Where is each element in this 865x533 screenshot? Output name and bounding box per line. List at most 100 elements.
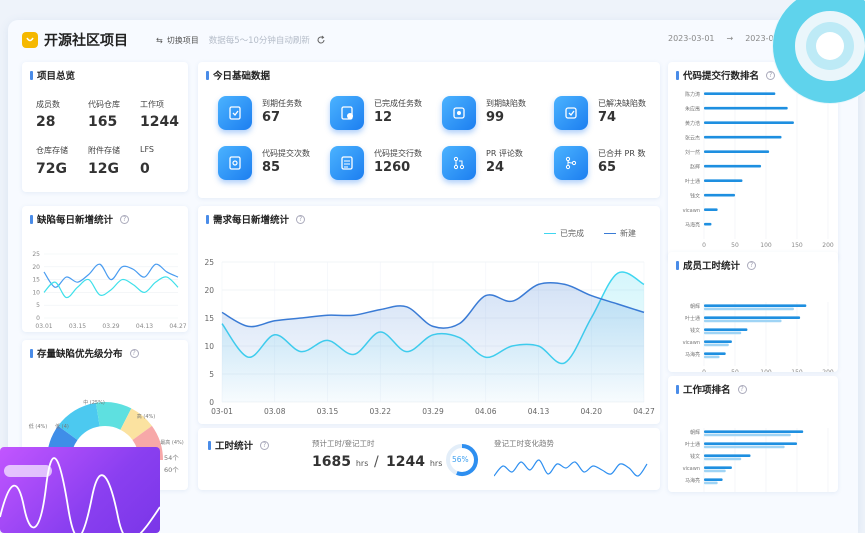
task-done-icon <box>330 96 364 130</box>
tile-value: 85 <box>262 160 281 175</box>
defects-line-chart: 0 5 10 15 20 25 03.01 03.15 03.29 04.13 04.27 <box>32 251 186 330</box>
y-tick-label: 10 <box>204 342 214 351</box>
stat-value: 1244 <box>140 114 179 130</box>
y-tick-label: 5 <box>209 370 214 379</box>
tile-label: 到期任务数 <box>262 99 302 108</box>
hours-separator: / <box>374 454 379 470</box>
stat-label: 工作项 <box>140 100 164 109</box>
x-tick-label: 04.13 <box>136 323 153 330</box>
stat-value: 12G <box>88 161 119 177</box>
bar-category-label: vicawn <box>683 340 700 346</box>
stat-value: 72G <box>36 161 67 177</box>
priority-count-b: 60个 <box>164 466 179 474</box>
stat-label: LFS <box>140 145 154 154</box>
x-tick-label: 150 <box>791 242 803 249</box>
x-tick-label: 04.06 <box>475 407 497 416</box>
y-tick-label: 15 <box>204 314 214 323</box>
decorative-purple-panel <box>0 447 160 533</box>
task-icon <box>218 96 252 130</box>
tile-label: 已解决缺陷数 <box>598 99 646 108</box>
y-tick-label: 25 <box>204 258 214 267</box>
estimated-hours: 1685 hrs <box>312 454 369 470</box>
work-hours-title: 工时统计 ? <box>208 438 270 452</box>
bar <box>704 179 743 182</box>
defects-series-line <box>43 263 179 288</box>
bar <box>704 466 732 469</box>
bar <box>704 164 762 168</box>
bar-category-label: 叶士通 <box>685 315 700 322</box>
trend-line <box>494 459 648 477</box>
stat-label: 仓库存储 <box>36 146 68 155</box>
decorative-wave <box>0 457 160 533</box>
title-marker <box>206 70 209 80</box>
stat-value: 165 <box>88 114 118 130</box>
stat-label: 代码仓库 <box>88 100 120 109</box>
x-tick-label: 50 <box>731 242 739 249</box>
decorative-ring <box>772 0 865 104</box>
bar <box>704 92 776 95</box>
bar <box>704 433 791 437</box>
bar-category-label: 马海亮 <box>685 222 700 229</box>
bar <box>704 430 804 433</box>
x-tick-label: 03.15 <box>69 323 86 330</box>
x-tick-label: 04.27 <box>633 407 655 416</box>
bar-category-label: 钱文 <box>690 327 700 334</box>
bar <box>704 328 748 331</box>
bug-icon <box>442 96 476 130</box>
bar-category-label: 张云杰 <box>685 135 700 142</box>
y-tick-label: 25 <box>32 251 40 258</box>
refresh-icon[interactable] <box>316 35 326 45</box>
bar <box>704 222 712 226</box>
demand-card: 需求每日新增统计 ? 已完成 新建 0 5 10 15 20 25 03-01 03.08 03… <box>198 206 660 424</box>
tile-value: 24 <box>486 160 505 175</box>
hours-ratio-label: 56% <box>452 455 469 464</box>
date-range-picker[interactable]: 2023-03-01 → 2023-0 <box>668 34 774 43</box>
bar <box>704 442 797 445</box>
switch-project-button[interactable]: ⇆ 切换项目 <box>156 35 199 46</box>
bar <box>704 208 718 211</box>
bar <box>704 457 742 461</box>
priority-label: 中 (25%) <box>83 399 105 406</box>
logo-icon <box>22 32 38 48</box>
x-tick-label: 03-01 <box>211 407 233 416</box>
bar <box>704 106 788 110</box>
help-icon[interactable]: ? <box>260 440 270 450</box>
stat-label: 成员数 <box>36 100 60 109</box>
bar <box>704 319 782 323</box>
member-hours-card: 成员工时统计 ? 050100150200朝辉叶士通钱文vicawn马海亮 <box>668 252 838 372</box>
x-tick-label: 200 <box>822 369 834 372</box>
overview-title: 项目总览 <box>30 68 75 82</box>
work-hours-card: 工时统计 ? 预计工时/登记工时 1685 hrs / 1244 hrs 56%… <box>198 428 660 490</box>
bar <box>704 445 785 449</box>
priority-label: 最高 (4%) <box>160 439 183 446</box>
trend-title: 登记工时变化趋势 <box>494 439 554 448</box>
tile-label: 已完成任务数 <box>374 99 422 108</box>
bar <box>704 355 720 359</box>
x-tick-label: 03.29 <box>422 407 444 416</box>
bar <box>704 481 718 485</box>
stat-label: 附件存储 <box>88 146 120 155</box>
priority-count-a: 54个 <box>164 454 179 462</box>
y-tick-label: 5 <box>36 302 40 309</box>
tile-value: 99 <box>486 110 505 125</box>
y-tick-label: 20 <box>32 264 40 271</box>
bar-category-label: 马海亮 <box>685 351 700 358</box>
y-tick-label: 0 <box>209 398 214 407</box>
x-tick-label: 150 <box>791 369 803 372</box>
x-tick-label: 03.15 <box>317 407 339 416</box>
bar <box>704 331 742 335</box>
pr-comment-icon <box>442 146 476 180</box>
x-tick-label: 100 <box>760 369 772 372</box>
date-start: 2023-03-01 <box>668 34 715 43</box>
priority-label: 高 (4%) <box>137 413 155 420</box>
today-card: 今日基础数据 到期任务数 67 已完成任务数 12 到期缺陷数 99 已解决缺陷数 74 代码提… <box>198 62 660 198</box>
code-lines-icon <box>330 146 364 180</box>
bar <box>704 121 794 124</box>
bar-category-label: 刘一然 <box>685 149 700 156</box>
x-tick-label: 50 <box>731 369 739 372</box>
stat-value: 0 <box>140 161 150 177</box>
x-tick-label: 200 <box>822 242 834 249</box>
y-tick-label: 10 <box>32 289 40 296</box>
x-tick-label: 03.08 <box>264 407 286 416</box>
priority-label: 低 (4%) <box>29 423 47 430</box>
